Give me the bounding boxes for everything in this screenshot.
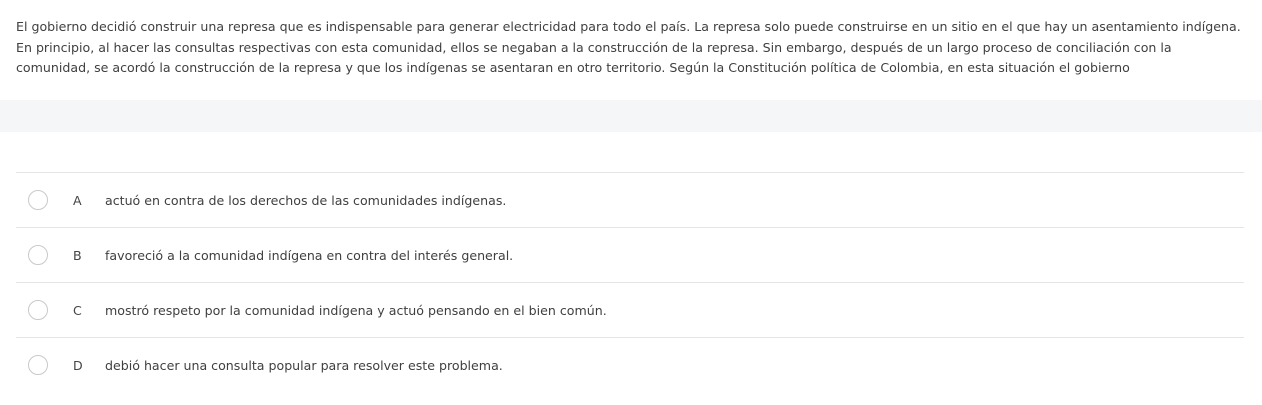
radio-button-d[interactable] xyxy=(28,355,48,375)
option-text: debió hacer una consulta popular para re… xyxy=(105,357,503,373)
option-letter: C xyxy=(73,302,82,318)
radio-button-c[interactable] xyxy=(28,300,48,320)
question-text: El gobierno decidió construir una repres… xyxy=(16,19,1241,75)
option-letter: B xyxy=(73,247,82,263)
option-c[interactable]: C mostró respeto por la comunidad indíge… xyxy=(16,283,1244,338)
option-d[interactable]: D debió hacer una consulta popular para … xyxy=(16,338,1244,392)
option-a[interactable]: A actuó en contra de los derechos de las… xyxy=(16,173,1244,228)
radio-button-a[interactable] xyxy=(28,190,48,210)
option-text: favoreció a la comunidad indígena en con… xyxy=(105,247,514,263)
answer-options: A actuó en contra de los derechos de las… xyxy=(16,172,1244,392)
option-text: mostró respeto por la comunidad indígena… xyxy=(105,302,607,318)
separator-band xyxy=(0,100,1262,132)
option-text: actuó en contra de los derechos de las c… xyxy=(105,192,507,208)
option-letter: A xyxy=(73,192,82,208)
option-letter: D xyxy=(73,357,83,373)
radio-button-b[interactable] xyxy=(28,245,48,265)
option-b[interactable]: B favoreció a la comunidad indígena en c… xyxy=(16,228,1244,283)
